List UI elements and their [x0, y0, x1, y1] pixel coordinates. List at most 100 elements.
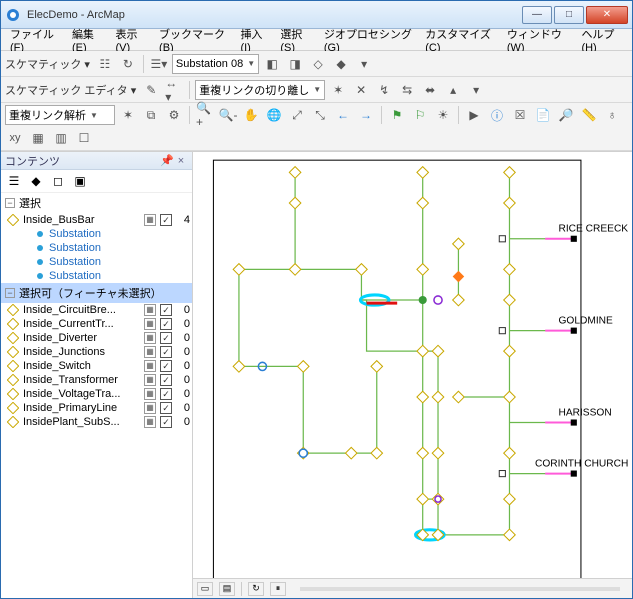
flag3-icon[interactable]: ☀: [433, 105, 453, 125]
forward-icon[interactable]: →: [356, 105, 376, 125]
find2-icon[interactable]: 🔎: [556, 105, 576, 125]
layer-select-tool-icon[interactable]: ▦: [144, 388, 156, 400]
layout-icon-4[interactable]: ⇆: [397, 80, 417, 100]
task-tool-1[interactable]: ✶: [118, 105, 138, 125]
layer-select-tool-icon[interactable]: ▦: [144, 346, 156, 358]
toc-group-selection[interactable]: − 選択: [1, 193, 192, 213]
pin-icon[interactable]: 📌: [160, 154, 174, 167]
schematic-tool2-icon[interactable]: ◨: [285, 54, 305, 74]
layer-visibility-checkbox[interactable]: ✓: [160, 318, 172, 330]
layer-select-tool-icon[interactable]: ▦: [144, 332, 156, 344]
layout-icon-5[interactable]: ⬌: [420, 80, 440, 100]
toc-close-icon[interactable]: ×: [174, 155, 188, 167]
edit-tool-icon[interactable]: ✎: [141, 80, 161, 100]
layout-icon-6[interactable]: ▴: [443, 80, 463, 100]
substation-item[interactable]: Substation: [1, 241, 192, 255]
layer-select-tool-icon[interactable]: ▦: [144, 214, 156, 226]
layer-visibility-checkbox[interactable]: ✓: [160, 346, 172, 358]
full-extent-icon[interactable]: 🌐: [264, 105, 284, 125]
toc-group-selectable[interactable]: − 選択可（フィーチャ未選択）: [1, 283, 192, 303]
refresh-icon[interactable]: ↻: [248, 582, 264, 596]
layer-visibility-checkbox[interactable]: ✓: [160, 304, 172, 316]
zoom-out-icon[interactable]: 🔍-: [218, 105, 238, 125]
fixed-zoom-out-icon[interactable]: ⤡: [310, 105, 330, 125]
pan-icon[interactable]: ✋: [241, 105, 261, 125]
gen-diagram-icon[interactable]: ☷: [95, 54, 115, 74]
network-selector[interactable]: Substation 08▼: [172, 54, 259, 74]
fixed-zoom-in-icon[interactable]: ⤢: [287, 105, 307, 125]
schematic-tool3-icon[interactable]: ◇: [308, 54, 328, 74]
layer-row[interactable]: Inside_VoltageTra...▦✓0: [1, 387, 192, 401]
back-icon[interactable]: ←: [333, 105, 353, 125]
task-tool-2[interactable]: ⧉: [141, 105, 161, 125]
layer-row[interactable]: Inside_CircuitBre...▦✓0: [1, 303, 192, 317]
task-selector[interactable]: 重複リンク解析▼: [5, 105, 115, 125]
layer-row[interactable]: Inside_Diverter▦✓0: [1, 331, 192, 345]
data-view-icon[interactable]: ▭: [197, 582, 213, 596]
list-by-selection-icon[interactable]: ▣: [71, 173, 89, 189]
layer-row[interactable]: Inside_Switch▦✓0: [1, 359, 192, 373]
layout-selector[interactable]: 重複リンクの切り離し▼: [195, 80, 325, 100]
minimize-button[interactable]: —: [522, 6, 552, 24]
tbl-icon[interactable]: ▦: [28, 128, 48, 148]
zoom-in-icon[interactable]: 🔍+: [195, 105, 215, 125]
layer-visibility-checkbox[interactable]: ✓: [160, 416, 172, 428]
collapse-icon[interactable]: −: [5, 288, 15, 298]
select-icon[interactable]: ▶: [464, 105, 484, 125]
schematic-tool-icon[interactable]: ◧: [262, 54, 282, 74]
layer-select-tool-icon[interactable]: ▦: [144, 416, 156, 428]
layer-visibility-checkbox[interactable]: ✓: [160, 374, 172, 386]
dot-icon: [37, 259, 43, 265]
identify-icon[interactable]: ⓘ: [487, 105, 507, 125]
pause-icon[interactable]: ⏸: [270, 582, 286, 596]
diagram-list-icon[interactable]: ☰▾: [149, 54, 169, 74]
flag-icon[interactable]: ⚑: [387, 105, 407, 125]
close-button[interactable]: ✕: [586, 6, 628, 24]
clear-selection-icon[interactable]: ☒: [510, 105, 530, 125]
layout-icon-2[interactable]: ✕: [351, 80, 371, 100]
layer-select-tool-icon[interactable]: ▦: [144, 402, 156, 414]
substation-item[interactable]: Substation: [1, 255, 192, 269]
layer-select-tool-icon[interactable]: ▦: [144, 374, 156, 386]
move-tool-icon[interactable]: ↔ ▾: [164, 80, 184, 100]
schematic-tool5-icon[interactable]: ▾: [354, 54, 374, 74]
layer-visibility-checkbox[interactable]: ✓: [160, 360, 172, 372]
flag2-icon[interactable]: ⚐: [410, 105, 430, 125]
label-harisson: HARISSON: [558, 407, 611, 418]
layer-row[interactable]: Inside_CurrentTr...▦✓0: [1, 317, 192, 331]
substation-item[interactable]: Substation: [1, 227, 192, 241]
find-icon[interactable]: 📄: [533, 105, 553, 125]
list-by-source-icon[interactable]: ◆: [27, 173, 45, 189]
task-tool-3[interactable]: ⚙: [164, 105, 184, 125]
layout-icon-7[interactable]: ▾: [466, 80, 486, 100]
goto-xy-icon[interactable]: xy: [5, 128, 25, 148]
collapse-icon[interactable]: −: [5, 198, 15, 208]
findxy-icon[interactable]: ♁: [602, 105, 622, 125]
draw-progress: [300, 587, 620, 591]
layout-icon-1[interactable]: ✶: [328, 80, 348, 100]
layer-row-selected[interactable]: Inside_BusBar ▦ ✓ 4: [1, 213, 192, 227]
layer-row[interactable]: Inside_Junctions▦✓0: [1, 345, 192, 359]
map-canvas[interactable]: RICE CREECK GOLDMINE HARISSON CORINTH CH…: [193, 152, 632, 578]
layer-row[interactable]: Inside_PrimaryLine▦✓0: [1, 401, 192, 415]
update-diagram-icon[interactable]: ↻: [118, 54, 138, 74]
schematic-tool4-icon[interactable]: ◆: [331, 54, 351, 74]
layer-visibility-checkbox[interactable]: ✓: [160, 214, 172, 226]
layer-visibility-checkbox[interactable]: ✓: [160, 388, 172, 400]
layout-icon-3[interactable]: ↯: [374, 80, 394, 100]
layer-select-tool-icon[interactable]: ▦: [144, 318, 156, 330]
list-by-visibility-icon[interactable]: ◻: [49, 173, 67, 189]
layout-view-icon[interactable]: ▤: [219, 582, 235, 596]
layer-row[interactable]: Inside_Transformer▦✓0: [1, 373, 192, 387]
layer-visibility-checkbox[interactable]: ✓: [160, 402, 172, 414]
layer-select-tool-icon[interactable]: ▦: [144, 360, 156, 372]
tbl2-icon[interactable]: ▥: [51, 128, 71, 148]
layer-row[interactable]: InsidePlant_SubS...▦✓0: [1, 415, 192, 429]
substation-item[interactable]: Substation: [1, 269, 192, 283]
maximize-button[interactable]: □: [554, 6, 584, 24]
layer-select-tool-icon[interactable]: ▦: [144, 304, 156, 316]
list-by-drawing-icon[interactable]: ☰: [5, 173, 23, 189]
tbl3-icon[interactable]: ☐: [74, 128, 94, 148]
measure-icon[interactable]: 📏: [579, 105, 599, 125]
layer-visibility-checkbox[interactable]: ✓: [160, 332, 172, 344]
